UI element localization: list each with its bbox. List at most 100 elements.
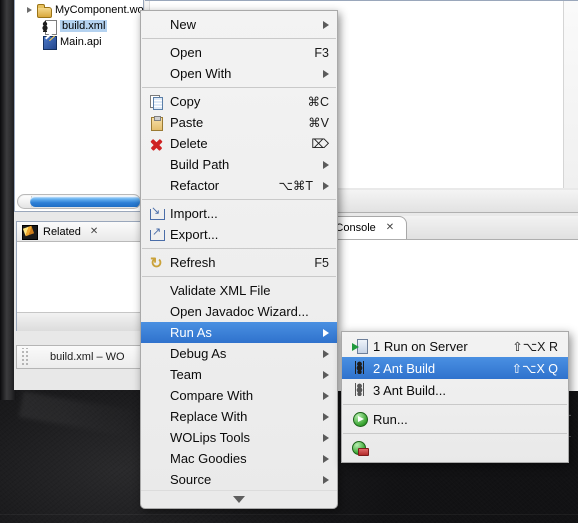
menu-item-label: Mac Goodies [170, 451, 247, 466]
menu-item-icon [149, 389, 166, 403]
tab-related[interactable]: Related ✕ [21, 223, 98, 241]
menu-item-icon [149, 67, 166, 81]
menu-item-label: Source [170, 472, 212, 487]
menu-item-icon [149, 284, 166, 298]
menu-item-delete[interactable]: Delete ⌦ [141, 133, 337, 154]
menu-item-shortcut: ⌥⌘T [278, 179, 313, 193]
submenu-item-label: Run... [373, 411, 408, 427]
close-icon[interactable]: ✕ [386, 223, 394, 233]
menu-item-open[interactable]: Open F3 [141, 42, 337, 63]
menu-item-icon [149, 452, 166, 466]
menu-item-label: Refactor [170, 178, 220, 193]
submenu-arrow-icon [323, 412, 329, 421]
menu-item-validate-xml-file[interactable]: Validate XML File [141, 280, 337, 301]
menu-item-run-as[interactable]: Run As [141, 322, 337, 343]
menu-separator [142, 276, 336, 277]
menu-item-shortcut: ⌦ [311, 137, 329, 151]
tree-item-mycomponent-wo[interactable]: MyComponent.wo [15, 2, 144, 18]
menu-separator [142, 248, 336, 249]
desktop-divider [0, 514, 578, 515]
menu-item-icon [149, 347, 166, 361]
menu-item-label: Replace With [170, 409, 248, 424]
status-bar-text: build.xml – WO [50, 351, 125, 363]
related-view-panel[interactable]: Related ✕ [16, 221, 144, 331]
menu-separator [142, 38, 336, 39]
menu-item-label: Build Path [170, 157, 230, 172]
submenu-arrow-icon [323, 391, 329, 400]
tree-item-label: build.xml [60, 20, 108, 32]
run-on-server-icon [352, 339, 369, 354]
related-view-footer [17, 312, 143, 331]
menu-item-new[interactable]: New [141, 14, 337, 35]
tree-item-main-api[interactable]: Main.api [15, 34, 143, 50]
screen: MyComponent.wo build.xml Main.api Relate… [0, 0, 578, 523]
menu-item-label: Refresh [170, 255, 216, 270]
project-tree[interactable]: MyComponent.wo build.xml Main.api [15, 0, 144, 50]
menu-item-label: Delete [170, 136, 208, 151]
submenu-item-ant-build-dialog[interactable]: 3 Ant Build... [342, 379, 568, 401]
submenu-arrow-icon [323, 181, 329, 190]
menu-item-label: Export... [170, 227, 219, 242]
delete-icon [149, 137, 166, 151]
context-menu[interactable]: New Open F3 Open With Copy ⌘C Paste ⌘V D… [140, 10, 338, 509]
submenu-arrow-icon [323, 160, 329, 169]
menu-item-open-with[interactable]: Open With [141, 63, 337, 84]
menu-item-build-path[interactable]: Build Path [141, 154, 337, 175]
menu-item-debug-as[interactable]: Debug As [141, 343, 337, 364]
menu-item-icon [149, 410, 166, 424]
menu-item-shortcut: F5 [314, 255, 329, 270]
related-view-tabbar: Related ✕ [17, 222, 143, 242]
menu-item-replace-with[interactable]: Replace With [141, 406, 337, 427]
submenu-separator [343, 433, 567, 434]
submenu-item-label: 2 Ant Build [373, 360, 436, 376]
menu-item-icon [149, 46, 166, 60]
tree-item-label: Main.api [60, 36, 102, 48]
menu-item-source[interactable]: Source [141, 469, 337, 490]
submenu-arrow-icon [323, 20, 329, 29]
close-icon[interactable]: ✕ [90, 226, 98, 237]
menu-item-label: Paste [170, 115, 204, 130]
resize-grip-icon[interactable] [20, 348, 30, 366]
external-tools-icon [352, 441, 369, 456]
api-file-icon [41, 35, 57, 50]
menu-item-refresh[interactable]: Refresh F5 [141, 252, 337, 273]
menu-item-mac-goodies[interactable]: Mac Goodies [141, 448, 337, 469]
menu-item-compare-with[interactable]: Compare With [141, 385, 337, 406]
menu-item-open-javadoc-wizard[interactable]: Open Javadoc Wizard... [141, 301, 337, 322]
run-as-submenu[interactable]: 1 Run on Server ⇧⌥X R 2 Ant Build ⇧⌥X Q … [341, 331, 569, 463]
menu-item-copy[interactable]: Copy ⌘C [141, 91, 337, 112]
ant-build-dim-icon [352, 383, 369, 397]
tab-label: Related [43, 225, 81, 238]
menu-item-export[interactable]: Export... [141, 224, 337, 245]
menu-item-shortcut: F3 [314, 45, 329, 60]
submenu-item-ant-build[interactable]: 2 Ant Build ⇧⌥X Q [342, 357, 568, 379]
submenu-item-shortcut: ⇧⌥X R [512, 339, 558, 354]
menu-item-team[interactable]: Team [141, 364, 337, 385]
menu-item-icon [149, 326, 166, 340]
status-bar: build.xml – WO [16, 345, 144, 369]
submenu-arrow-icon [323, 433, 329, 442]
menu-item-label: Open Javadoc Wizard... [170, 304, 309, 319]
menu-item-refactor[interactable]: Refactor ⌥⌘T [141, 175, 337, 196]
menu-item-paste[interactable]: Paste ⌘V [141, 112, 337, 133]
submenu-arrow-icon [323, 454, 329, 463]
menu-item-label: Import... [170, 206, 218, 221]
explorer-horizontal-scrollbar[interactable] [17, 194, 141, 209]
menu-item-icon [149, 305, 166, 319]
editor-overview-ruler[interactable] [563, 1, 578, 188]
menu-item-wolips-tools[interactable]: WOLips Tools [141, 427, 337, 448]
expand-arrow-icon[interactable] [25, 5, 36, 16]
submenu-item-external-tools[interactable] [342, 437, 568, 459]
menu-item-label: WOLips Tools [170, 430, 250, 445]
export-icon [149, 225, 166, 242]
submenu-item-shortcut: ⇧⌥X Q [511, 361, 558, 376]
submenu-item-run[interactable]: Run... [342, 408, 568, 430]
submenu-arrow-icon [323, 69, 329, 78]
package-explorer-panel[interactable]: MyComponent.wo build.xml Main.api [14, 0, 144, 212]
scrollbar-thumb[interactable] [30, 196, 140, 207]
menu-item-label: Validate XML File [170, 283, 271, 298]
menu-item-import[interactable]: Import... [141, 203, 337, 224]
menu-scroll-down-arrow-icon[interactable] [141, 490, 337, 508]
submenu-item-run-on-server[interactable]: 1 Run on Server ⇧⌥X R [342, 335, 568, 357]
tree-item-build-xml[interactable]: build.xml [15, 18, 143, 35]
